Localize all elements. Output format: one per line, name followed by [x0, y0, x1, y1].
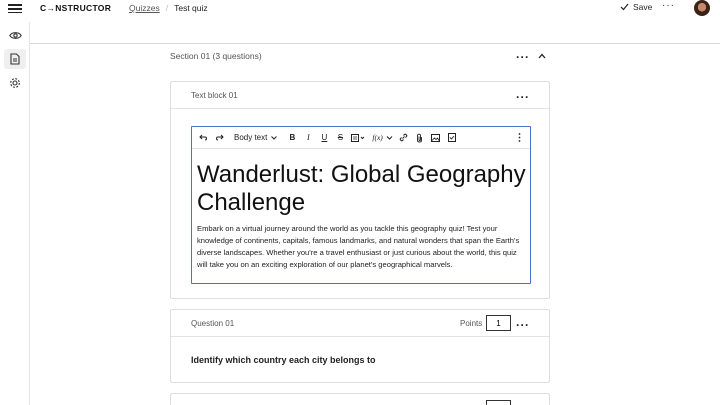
question-card: [170, 393, 550, 405]
toolbar-strip: [30, 22, 720, 44]
question-more-icon[interactable]: ···: [516, 319, 530, 331]
text-block-header: Text block 01 ···: [171, 82, 549, 109]
save-button[interactable]: Save: [620, 2, 652, 12]
attachment-icon[interactable]: [415, 131, 425, 145]
top-bar: C→NSTRUCTOR Quizzes / Test quiz Save ···: [0, 0, 720, 22]
text-block-more-icon[interactable]: ···: [516, 91, 530, 103]
text-style-select[interactable]: Body text: [230, 133, 281, 142]
hamburger-menu-icon[interactable]: [8, 2, 22, 16]
more-horizontal-icon[interactable]: ···: [662, 0, 675, 11]
eye-icon: [8, 31, 22, 39]
points-input[interactable]: [486, 315, 511, 331]
text-block-card: Text block 01 ··· Body text B I U S f(x): [170, 81, 550, 299]
editor-toolbar: Body text B I U S f(x): [192, 127, 530, 149]
points-input[interactable]: [486, 400, 511, 405]
question-title: Question 01: [191, 319, 235, 328]
breadcrumb-quizzes-link[interactable]: Quizzes: [129, 3, 160, 13]
italic-button[interactable]: I: [303, 131, 313, 145]
editor-more-vertical-icon[interactable]: [514, 131, 524, 145]
sidebar-item-document[interactable]: [4, 49, 26, 69]
chevron-up-icon[interactable]: [538, 53, 546, 59]
question-card: Question 01 Points ··· Identify which co…: [170, 309, 550, 383]
function-label: f(x): [372, 133, 383, 142]
image-icon[interactable]: [431, 131, 441, 145]
link-icon[interactable]: [399, 131, 409, 145]
points-label: Points: [460, 319, 483, 328]
sidebar: [0, 22, 30, 405]
bold-button[interactable]: B: [287, 131, 297, 145]
text-style-value: Body text: [234, 133, 268, 142]
check-icon: [620, 3, 629, 11]
avatar[interactable]: [694, 0, 710, 16]
section-title: Section 01 (3 questions): [170, 51, 262, 61]
align-icon: [351, 133, 365, 142]
save-label: Save: [633, 2, 653, 12]
quiz-description[interactable]: Embark on a virtual journey around the w…: [197, 223, 527, 271]
chevron-down-icon: [386, 135, 393, 140]
text-block-title: Text block 01: [191, 91, 238, 100]
breadcrumb-current: Test quiz: [174, 3, 208, 13]
breadcrumb: Quizzes / Test quiz: [129, 3, 208, 13]
question-header: Question 01 Points ···: [171, 310, 549, 337]
document-icon: [10, 53, 20, 65]
gear-icon: [10, 78, 20, 88]
strikethrough-button[interactable]: S: [335, 131, 345, 145]
sidebar-item-preview[interactable]: [4, 25, 26, 45]
breadcrumb-separator: /: [165, 3, 169, 13]
underline-button[interactable]: U: [319, 131, 329, 145]
section-header: Section 01 (3 questions): [170, 51, 550, 63]
sidebar-item-settings[interactable]: [4, 73, 26, 93]
rich-text-editor[interactable]: Body text B I U S f(x) Wanderlust: Globa…: [191, 126, 531, 284]
app-logo[interactable]: C→NSTRUCTOR: [40, 3, 111, 13]
section-more-icon[interactable]: ···: [516, 51, 530, 63]
function-menu-button[interactable]: f(x): [372, 131, 393, 145]
redo-icon[interactable]: [214, 131, 224, 145]
undo-icon[interactable]: [198, 131, 208, 145]
chevron-down-icon: [271, 135, 278, 140]
align-menu-button[interactable]: [351, 131, 366, 145]
quiz-heading[interactable]: Wanderlust: Global Geography Challenge: [197, 161, 527, 217]
question-prompt[interactable]: Identify which country each city belongs…: [191, 355, 376, 365]
embed-icon[interactable]: [447, 131, 457, 145]
